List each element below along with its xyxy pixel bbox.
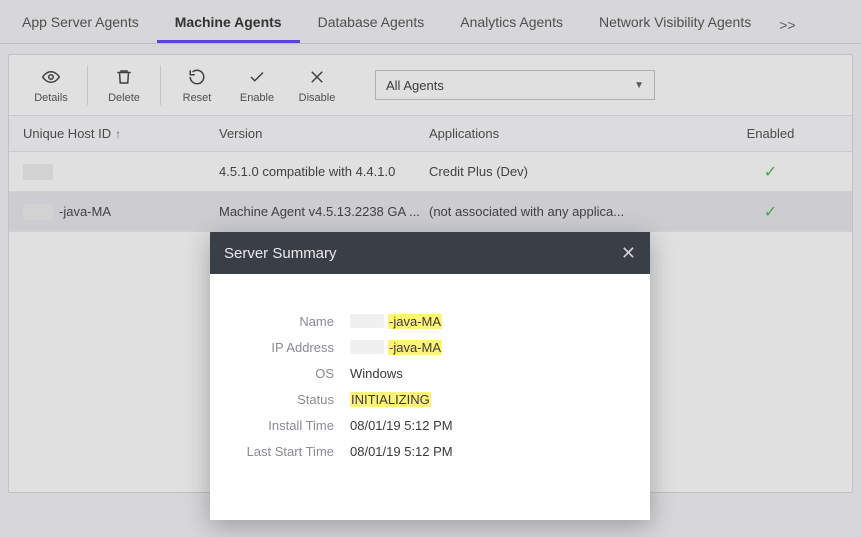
value-name: -java-MA xyxy=(350,314,442,329)
server-summary-dialog: Server Summary ✕ Name -java-MA IP Addres… xyxy=(210,232,650,520)
status-highlighted: INITIALIZING xyxy=(350,392,431,407)
field-status: Status INITIALIZING xyxy=(230,386,630,412)
field-install: Install Time 08/01/19 5:12 PM xyxy=(230,412,630,438)
label-name: Name xyxy=(230,314,350,329)
value-os: Windows xyxy=(350,366,403,381)
redacted-box xyxy=(350,314,384,328)
close-icon[interactable]: ✕ xyxy=(621,243,636,264)
field-os: OS Windows xyxy=(230,360,630,386)
field-last-start: Last Start Time 08/01/19 5:12 PM xyxy=(230,438,630,464)
label-install: Install Time xyxy=(230,418,350,433)
field-ip: IP Address -java-MA xyxy=(230,334,630,360)
label-os: OS xyxy=(230,366,350,381)
label-last-start: Last Start Time xyxy=(230,444,350,459)
value-status: INITIALIZING xyxy=(350,392,431,407)
modal-title: Server Summary xyxy=(224,245,337,262)
label-status: Status xyxy=(230,392,350,407)
modal-body: Name -java-MA IP Address -java-MA OS Win… xyxy=(210,274,650,520)
value-last-start: 08/01/19 5:12 PM xyxy=(350,444,453,459)
label-ip: IP Address xyxy=(230,340,350,355)
modal-header: Server Summary ✕ xyxy=(210,232,650,274)
value-install: 08/01/19 5:12 PM xyxy=(350,418,453,433)
name-highlighted: -java-MA xyxy=(388,314,442,329)
ip-highlighted: -java-MA xyxy=(388,340,442,355)
value-ip: -java-MA xyxy=(350,340,442,355)
field-name: Name -java-MA xyxy=(230,308,630,334)
redacted-box xyxy=(350,340,384,354)
